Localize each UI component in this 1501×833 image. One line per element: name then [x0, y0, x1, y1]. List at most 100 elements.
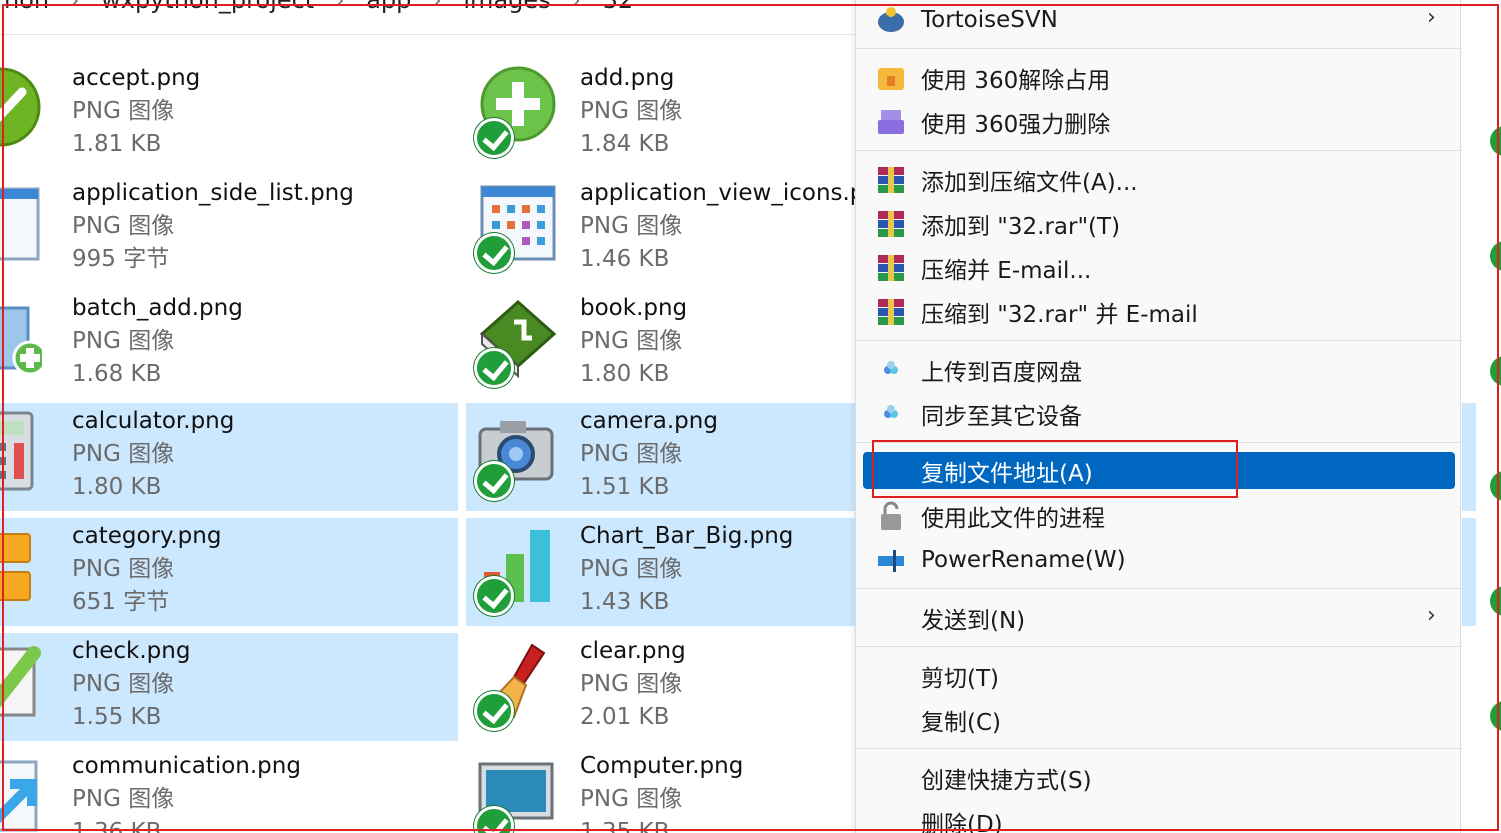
menu-item-label: TortoiseSVN: [921, 7, 1058, 33]
sync-status-icon: [474, 118, 514, 158]
baidu-sync-icon: [884, 405, 898, 418]
menu-item-cut[interactable]: 剪切(T): [863, 654, 1455, 698]
file-tile[interactable]: book.png PNG 图像 1.80 KB: [466, 290, 860, 398]
file-size: 995 字节: [72, 246, 170, 272]
menu-item-label: 压缩到 "32.rar" 并 E-mail: [921, 302, 1198, 328]
sync-status-icon: [1490, 241, 1501, 271]
file-size: 1.80 KB: [580, 361, 670, 387]
menu-item-tortoisesvn[interactable]: TortoiseSVN ›: [863, 0, 1455, 42]
file-name: application_side_list.png: [72, 180, 354, 206]
winrar-icon: [878, 167, 904, 193]
menu-item-add-to-archive[interactable]: 添加到压缩文件(A)...: [863, 158, 1455, 202]
menu-item-label: 删除(D): [921, 812, 1003, 833]
batch-add-icon: [0, 306, 42, 376]
menu-item-copy[interactable]: 复制(C): [863, 698, 1455, 742]
menu-item-send-to[interactable]: 发送到(N) ›: [863, 596, 1455, 640]
menu-item-copy-file-path[interactable]: 复制文件地址(A): [863, 452, 1455, 489]
file-tile[interactable]: communication.png PNG 图像 1.36 KB: [0, 748, 458, 833]
file-tile[interactable]: accept.png PNG 图像 1.81 KB: [0, 60, 458, 168]
baidu-netdisk-icon: [884, 361, 898, 374]
calculator-icon: [0, 411, 34, 491]
file-name: communication.png: [72, 753, 301, 779]
menu-item-add-to-32rar[interactable]: 添加到 "32.rar"(T): [863, 202, 1455, 246]
file-tile[interactable]: batch_add.png PNG 图像 1.68 KB: [0, 290, 458, 398]
menu-item-upload-baidu[interactable]: 上传到百度网盘: [863, 348, 1455, 392]
menu-item-sync-devices[interactable]: 同步至其它设备: [863, 392, 1455, 436]
menu-item-delete[interactable]: 删除(D): [863, 800, 1455, 833]
breadcrumb-item[interactable]: images: [463, 0, 550, 14]
file-type: PNG 图像: [72, 786, 175, 812]
file-size: 2.01 KB: [580, 704, 670, 730]
file-tile[interactable]: Computer.png PNG 图像 1.35 KB: [466, 748, 860, 833]
file-type: PNG 图像: [580, 671, 683, 697]
file-tile[interactable]: application_side_list.png PNG 图像 995 字节: [0, 175, 458, 283]
menu-item-label: 剪切(T): [921, 666, 999, 692]
menu-separator: [856, 748, 1462, 749]
file-size: 1.68 KB: [72, 361, 162, 387]
menu-item-file-process[interactable]: 使用此文件的进程: [863, 494, 1455, 538]
file-name: Computer.png: [580, 753, 744, 779]
menu-item-label: 创建快捷方式(S): [921, 768, 1092, 794]
menu-separator: [856, 646, 1462, 647]
menu-item-label: 复制文件地址(A): [921, 460, 1093, 487]
breadcrumb-item[interactable]: wxpython_project: [101, 0, 314, 14]
file-size: 1.81 KB: [72, 131, 162, 157]
file-type: PNG 图像: [72, 556, 175, 582]
context-menu: TortoiseSVN › 使用 360解除占用 使用 360强力删除 添加到压…: [855, 0, 1462, 833]
menu-item-compress-email[interactable]: 压缩并 E-mail...: [863, 246, 1455, 290]
file-grid: accept.png PNG 图像 1.81 KB add.png PNG 图像…: [0, 60, 860, 833]
menu-item-label: PowerRename(W): [921, 547, 1126, 573]
menu-item-360-delete[interactable]: 使用 360强力删除: [863, 100, 1455, 144]
file-tile[interactable]: application_view_icons.p PNG 图像 1.46 KB: [466, 175, 860, 283]
menu-item-label: 使用 360强力删除: [921, 112, 1111, 138]
file-type: PNG 图像: [580, 328, 683, 354]
winrar-icon: [878, 255, 904, 281]
menu-item-label: 同步至其它设备: [921, 404, 1082, 430]
file-tile[interactable]: camera.png PNG 图像 1.51 KB: [466, 403, 860, 511]
menu-item-360-unlock[interactable]: 使用 360解除占用: [863, 56, 1455, 100]
file-size: 1.80 KB: [72, 474, 162, 500]
360-unlock-icon: [878, 68, 904, 90]
category-icon: [0, 533, 31, 601]
file-tile[interactable]: add.png PNG 图像 1.84 KB: [466, 60, 860, 168]
menu-separator: [856, 442, 1462, 443]
file-type: PNG 图像: [580, 786, 683, 812]
selected-tile-edge: [1462, 518, 1476, 626]
menu-item-label: 上传到百度网盘: [921, 360, 1082, 386]
menu-separator: [856, 48, 1462, 49]
accept-icon: [0, 67, 41, 147]
file-size: 1.43 KB: [580, 589, 670, 615]
check-icon: [0, 646, 41, 717]
sync-status-icon: [1490, 586, 1501, 616]
menu-item-label: 使用 360解除占用: [921, 68, 1111, 94]
breadcrumb: hon › wxpython_project › app › images › …: [0, 0, 860, 20]
sync-status-icon: [474, 576, 514, 616]
communication-icon: [0, 760, 38, 832]
file-type: PNG 图像: [72, 328, 175, 354]
breadcrumb-item[interactable]: hon: [4, 0, 49, 14]
file-tile[interactable]: clear.png PNG 图像 2.01 KB: [466, 633, 860, 741]
breadcrumb-item[interactable]: app: [366, 0, 411, 14]
breadcrumb-item[interactable]: 32: [603, 0, 634, 14]
file-tile[interactable]: check.png PNG 图像 1.55 KB: [0, 633, 458, 741]
file-size: 1.36 KB: [72, 819, 162, 833]
file-type: PNG 图像: [72, 671, 175, 697]
menu-item-label: 使用此文件的进程: [921, 506, 1105, 532]
menu-item-powerrename[interactable]: PowerRename(W): [863, 538, 1455, 582]
file-name: category.png: [72, 523, 222, 549]
sync-status-icon: [1490, 701, 1501, 731]
file-name: calculator.png: [72, 408, 235, 434]
file-name: accept.png: [72, 65, 201, 91]
sync-status-icon: [474, 691, 514, 731]
chevron-right-icon: ›: [336, 0, 345, 12]
file-tile[interactable]: calculator.png PNG 图像 1.80 KB: [0, 403, 458, 511]
file-tile[interactable]: Chart_Bar_Big.png PNG 图像 1.43 KB: [466, 518, 860, 626]
menu-item-compress-32rar-email[interactable]: 压缩到 "32.rar" 并 E-mail: [863, 290, 1455, 334]
winrar-icon: [878, 211, 904, 237]
menu-item-create-shortcut[interactable]: 创建快捷方式(S): [863, 756, 1455, 800]
file-type: PNG 图像: [72, 213, 175, 239]
file-tile[interactable]: category.png PNG 图像 651 字节: [0, 518, 458, 626]
file-size: 651 字节: [72, 589, 170, 615]
menu-item-label: 发送到(N): [921, 608, 1026, 634]
file-type: PNG 图像: [580, 441, 683, 467]
